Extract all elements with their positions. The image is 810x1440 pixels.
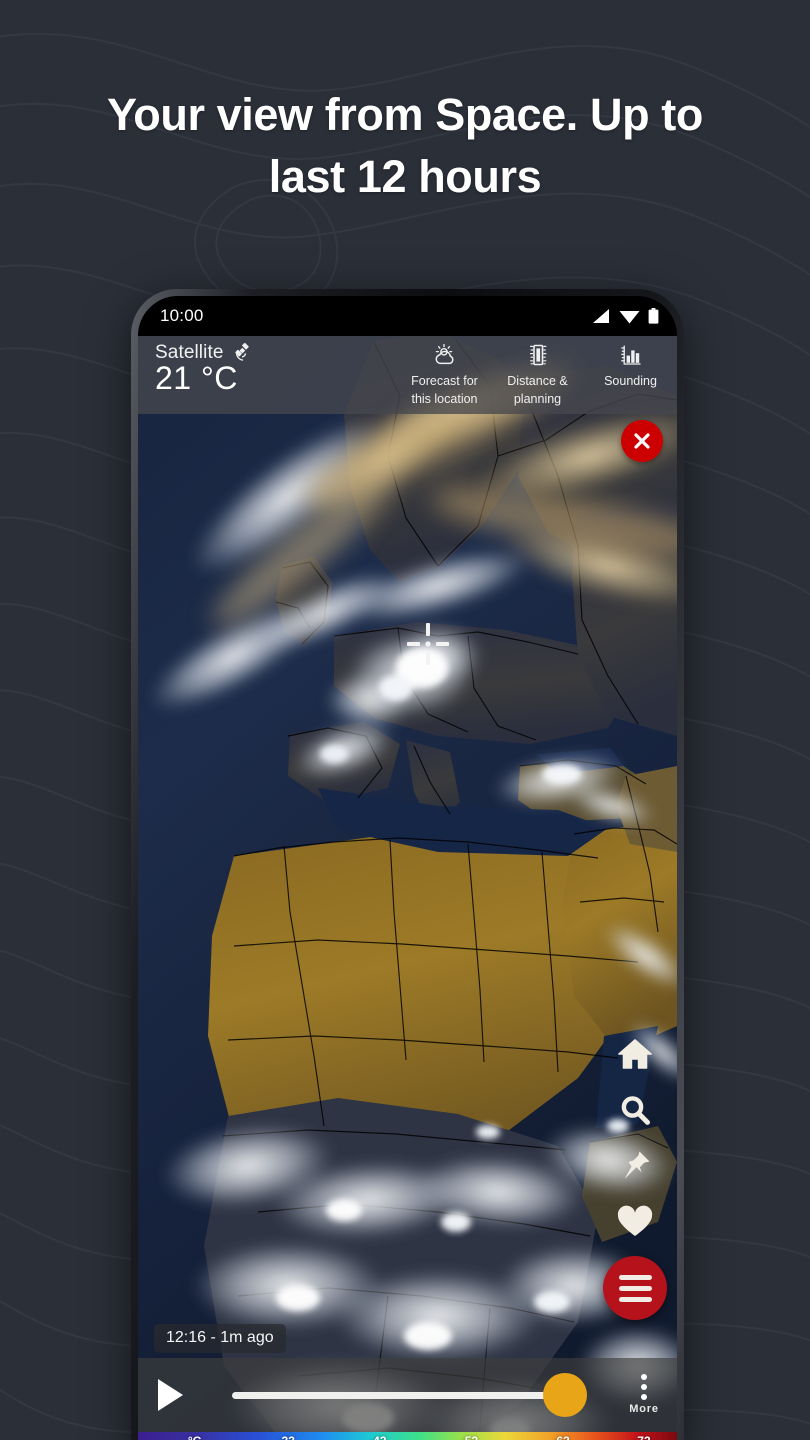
android-status-bar: 10:00 [138, 296, 677, 336]
sun-cloud-icon [432, 342, 458, 368]
legend-tick: -43 [369, 1434, 386, 1440]
phone-screen: 10:00 Satellite 21 °C Forecast for this … [138, 296, 677, 1440]
headline-line-1: Your view from Space. Up to [107, 89, 703, 140]
crosshair-marker [406, 622, 450, 666]
more-vertical-icon [641, 1373, 647, 1400]
burger-bar-3 [618, 1296, 652, 1302]
close-icon [634, 433, 650, 449]
home-icon [618, 1039, 652, 1069]
slider-track [232, 1391, 573, 1399]
timeline-slider[interactable] [202, 1372, 607, 1418]
hamburger-menu-icon [618, 1274, 652, 1302]
map-top-toolbar: Satellite 21 °C Forecast for this locati… [138, 336, 677, 414]
pin-button[interactable] [607, 1138, 663, 1194]
burger-bar-1 [618, 1274, 652, 1280]
legend-tick: °C [188, 1434, 201, 1440]
favorites-button[interactable] [607, 1194, 663, 1250]
more-button[interactable]: More [611, 1373, 677, 1417]
distance-label-line2: planning [513, 392, 562, 407]
home-button[interactable] [607, 1026, 663, 1082]
search-button[interactable] [607, 1082, 663, 1138]
satellite-imagery [138, 336, 677, 1440]
status-clock: 10:00 [160, 306, 204, 325]
more-label: More [629, 1402, 659, 1415]
heart-icon [617, 1205, 653, 1236]
bar-chart-icon [619, 342, 643, 368]
play-icon [157, 1379, 183, 1411]
distance-label: Distance & planning [507, 372, 567, 408]
satellite-map-viewport[interactable]: Satellite 21 °C Forecast for this locati… [138, 336, 677, 1440]
animation-player-bar: More [138, 1358, 677, 1432]
more-dot-3 [641, 1393, 647, 1400]
temperature-readout: 21 °C [155, 360, 238, 396]
distance-planning-button[interactable]: Distance & planning [491, 342, 584, 408]
more-dot-2 [641, 1383, 647, 1390]
burger-bar-2 [618, 1285, 652, 1291]
ruler-icon [526, 342, 550, 368]
forecast-button[interactable]: Forecast for this location [398, 342, 491, 408]
battery-icon [648, 308, 659, 324]
legend-tick: -53 [461, 1434, 478, 1440]
frame-timestamp: 12:16 - 1m ago [154, 1324, 286, 1353]
slider-thumb[interactable] [543, 1373, 587, 1417]
signal-icon [593, 308, 609, 323]
more-dot-1 [641, 1373, 647, 1380]
search-icon [621, 1096, 650, 1125]
legend-tick: -33 [278, 1434, 295, 1440]
promo-headline: Your view from Space. Up to last 12 hour… [0, 84, 810, 208]
sounding-label: Sounding [604, 374, 657, 388]
phone-mockup: 10:00 Satellite 21 °C Forecast for this … [131, 289, 684, 1440]
headline-line-2: last 12 hours [268, 151, 542, 203]
forecast-label-line1: Forecast for [411, 374, 478, 388]
toolbar-actions: Forecast for this location Distance & pl… [398, 336, 677, 408]
forecast-label-line2: this location [411, 392, 478, 407]
temperature-color-legend[interactable]: °C -33 -43 -53 -63 -73 [138, 1432, 677, 1440]
legend-tick-labels: °C -33 -43 -53 -63 -73 [138, 1432, 677, 1440]
forecast-label: Forecast for this location [411, 372, 478, 408]
close-button[interactable] [621, 420, 663, 462]
legend-tick: -73 [633, 1434, 650, 1440]
map-side-actions [603, 1026, 667, 1320]
legend-tick: -63 [552, 1434, 569, 1440]
pin-icon [624, 1151, 650, 1179]
sounding-button[interactable]: Sounding [584, 342, 677, 390]
layer-info: Satellite 21 °C [138, 336, 398, 396]
play-button[interactable] [138, 1379, 202, 1411]
wifi-icon [619, 310, 640, 323]
distance-label-line1: Distance & [507, 374, 568, 388]
status-icons [592, 308, 659, 324]
main-menu-button[interactable] [603, 1256, 667, 1320]
